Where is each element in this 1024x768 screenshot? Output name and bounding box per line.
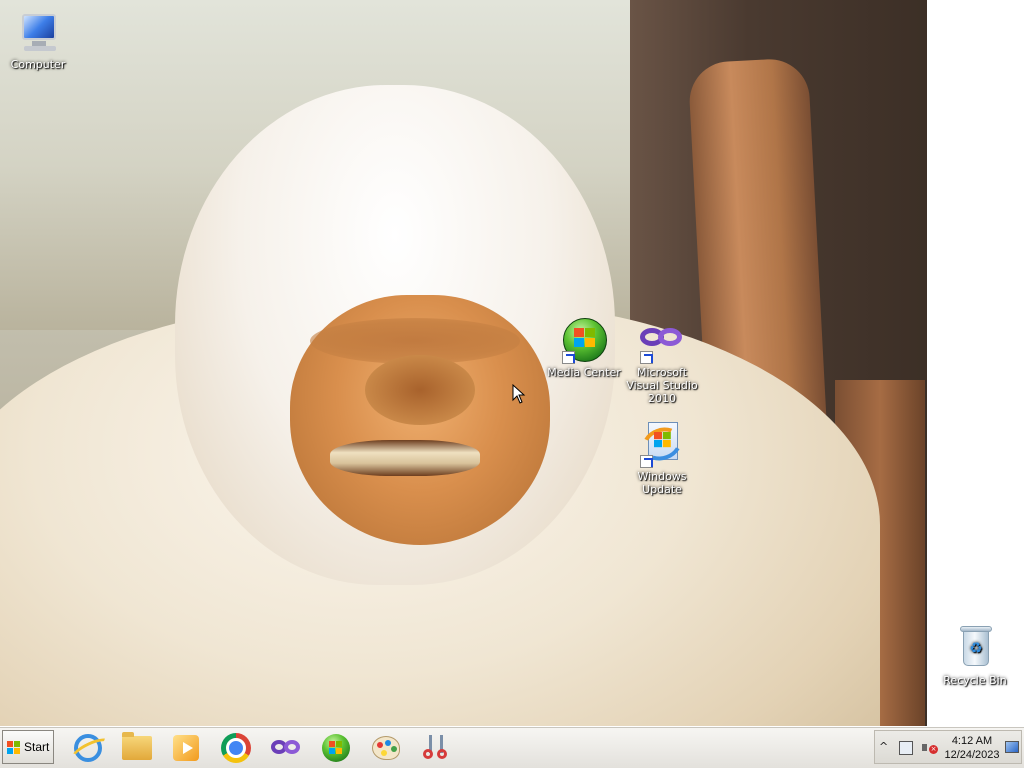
clock-time: 4:12 AM	[951, 735, 993, 747]
desktop: Computer Media Center Microsoft Visual S…	[0, 0, 1024, 726]
taskbar-pin-media-center[interactable]	[320, 732, 352, 764]
desktop-icon-label: Computer	[10, 58, 66, 71]
shortcut-arrow-icon	[562, 351, 575, 364]
desktop-icon-media-center[interactable]: Media Center	[544, 316, 624, 379]
start-button[interactable]: Start	[2, 730, 54, 764]
desktop-icon-label: Recycle Bin	[943, 674, 1007, 687]
mouse-cursor-icon	[512, 384, 526, 404]
taskbar-pin-internet-explorer[interactable]	[72, 732, 104, 764]
desktop-icon-label: Windows Update	[637, 470, 687, 496]
windows-update-icon	[637, 420, 687, 468]
desktop-icon-label: Media Center	[547, 366, 621, 379]
network-icon[interactable]	[899, 741, 913, 755]
clock-date: 12/24/2023	[944, 749, 1000, 761]
desktop-icon-label: Microsoft Visual Studio 2010	[626, 366, 698, 405]
desktop-icon-visual-studio[interactable]: Microsoft Visual Studio 2010	[622, 316, 702, 405]
snipping-tool-icon	[421, 733, 451, 763]
paint-icon	[372, 736, 400, 760]
taskbar-pin-visual-studio[interactable]	[270, 732, 302, 764]
shortcut-arrow-icon	[640, 351, 653, 364]
chrome-icon	[221, 733, 251, 763]
desktop-icon-computer[interactable]: Computer	[0, 8, 78, 71]
visual-studio-icon	[638, 316, 686, 364]
media-center-icon	[322, 734, 350, 762]
media-player-icon	[173, 735, 199, 761]
internet-explorer-icon	[74, 734, 102, 762]
windows-logo-icon	[7, 740, 21, 754]
recycle-bin-icon: ♻	[951, 624, 999, 672]
folder-icon	[122, 732, 152, 760]
taskbar-pin-paint[interactable]	[370, 732, 402, 764]
wallpaper	[0, 0, 927, 726]
volume-muted-icon[interactable]: ×	[922, 741, 938, 755]
start-label: Start	[24, 740, 50, 754]
visual-studio-icon	[270, 738, 302, 758]
system-tray: ^ × 4:12 AM 12/24/2023	[874, 730, 1022, 764]
taskbar-pin-explorer[interactable]	[121, 732, 153, 764]
taskbar-pin-chrome[interactable]	[220, 732, 252, 764]
desktop-icon-windows-update[interactable]: Windows Update	[622, 420, 702, 496]
taskbar: Start ^ × 4:12 AM 12/24/2023	[0, 726, 1024, 768]
shortcut-arrow-icon	[640, 455, 653, 468]
media-center-icon	[560, 316, 608, 364]
taskbar-pin-media-player[interactable]	[170, 732, 202, 764]
desktop-icon-recycle-bin[interactable]: ♻ Recycle Bin	[935, 624, 1015, 687]
computer-icon	[14, 8, 62, 56]
show-hidden-icons-button[interactable]: ^	[879, 740, 888, 753]
taskbar-pin-snipping-tool[interactable]	[420, 732, 452, 764]
show-desktop-icon[interactable]	[1005, 741, 1019, 753]
clock[interactable]: 4:12 AM 12/24/2023	[943, 734, 1001, 762]
